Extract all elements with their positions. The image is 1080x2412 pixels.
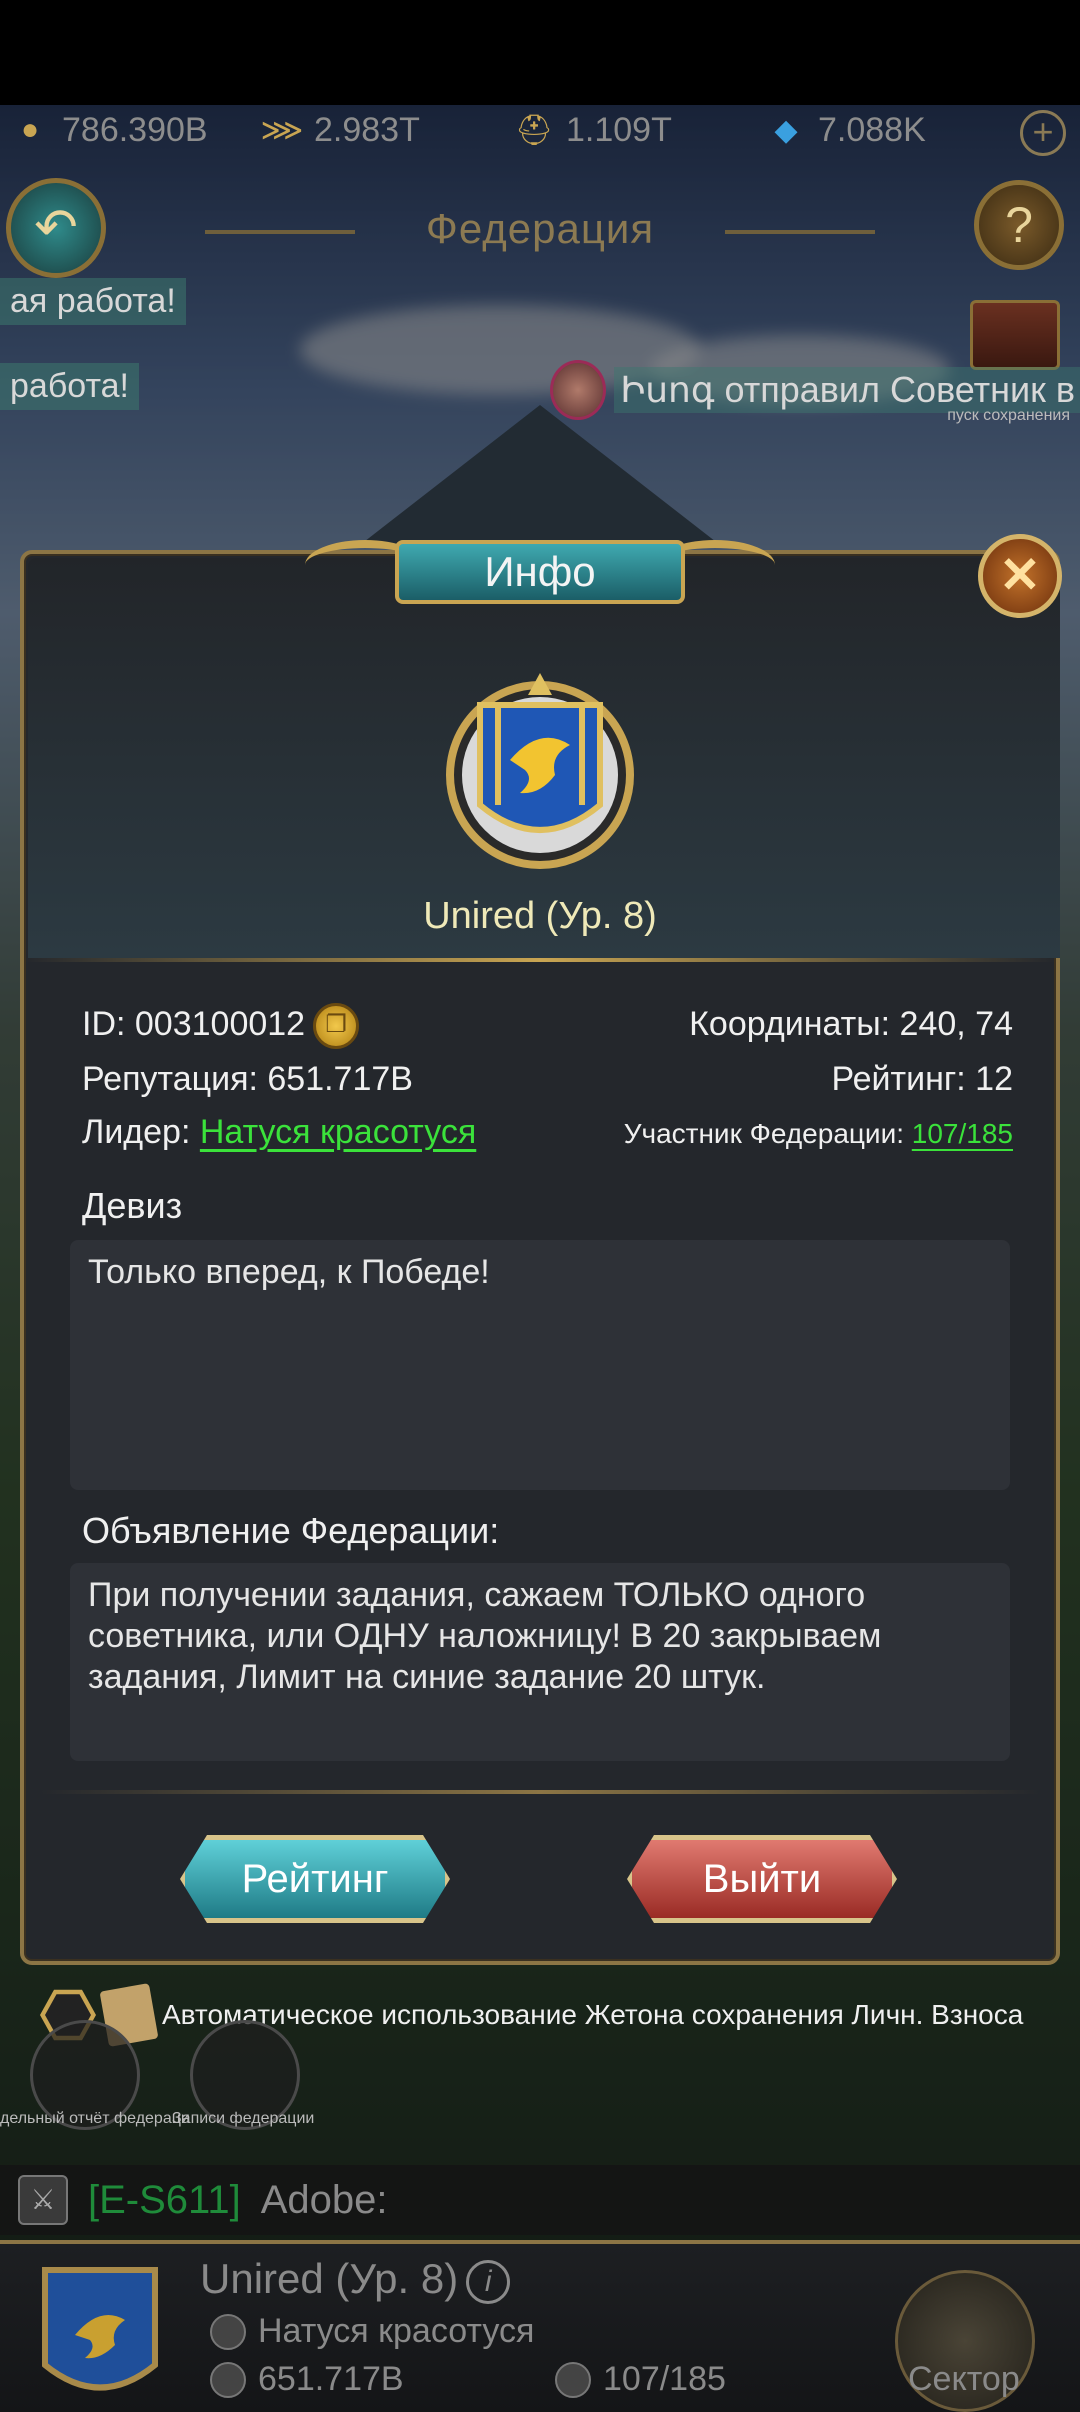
bottom-members: 107/185 [555,2360,726,2399]
bottom-members-text: 107/185 [603,2360,726,2398]
resource-value: 7.088K [818,110,926,149]
members-row: Участник Федерации: 107/185 [624,1118,1013,1150]
chat-message: Adobe: [260,2177,388,2222]
auto-use-label: Автоматическое использование Жетона сохр… [162,1999,1024,2030]
leader-badge-icon [210,2313,246,2350]
bottom-federation-name-text: Unired (Ур. 8) [200,2255,459,2302]
federation-id: ID: 003100012 [82,1004,306,1043]
copy-icon[interactable]: ❐ [313,1003,360,1049]
shortcut-label: Записи федерации [172,2110,315,2127]
bottom-leader: Натуся красотуся [210,2312,534,2351]
close-button[interactable]: ✕ [978,534,1062,618]
bottom-reputation: 651.717B [210,2360,404,2399]
crown-icon [210,2361,246,2398]
chat-popup-subtext: пуск сохранения [947,407,1070,424]
add-resources-button[interactable]: + [1020,110,1066,156]
shortcut-label: дельный отчёт федераци [0,2110,190,2127]
leader-name-link[interactable]: Натуся красотуся [200,1113,476,1151]
reputation: Репутация: 651.717B [82,1060,413,1098]
chat-bar[interactable]: ⚔ [E-S611] Adobe: [0,2165,1080,2235]
federation-emblem [446,673,634,869]
leader-label: Лидер: [82,1113,191,1151]
members-count-link[interactable]: 107/185 [912,1118,1013,1149]
swords-icon[interactable]: ⚔ [18,2175,68,2225]
info-icon[interactable]: i [466,2259,511,2304]
resource-bar: ● 786.390B ⋙ 2.983T ⛑ 1.109T ◆ 7.088K [0,105,1080,155]
sector-label: Сектор [908,2360,1020,2398]
resource-diamonds[interactable]: ◆ 7.088K [766,110,1018,150]
question-icon: ? [1005,197,1033,253]
resource-value: 786.390B [62,110,208,149]
leader-row: Лидер: Натуся красотуся [82,1113,476,1152]
resource-value: 2.983T [314,110,420,149]
motto-text: Только вперед, к Победе! [70,1240,1010,1490]
bottom-reputation-text: 651.717B [258,2360,404,2398]
gold-coin-icon: ● [20,113,40,146]
dialog-title: Инфо [395,540,685,604]
soldier-helmet-icon: ⛑ [514,113,554,147]
motto-title: Девиз [82,1185,183,1226]
bottom-leader-text: Натуся красотуся [258,2312,535,2350]
help-button[interactable]: ? [974,180,1064,270]
coordinates: Координаты: 240, 74 [689,1005,1013,1043]
rating-button[interactable]: Рейтинг [180,1835,450,1923]
ticker-message: ая работа! [0,278,186,325]
resource-value: 1.109T [566,110,672,149]
announcement-title: Объявление Федерации: [82,1510,500,1551]
chat-popup[interactable]: Իսոգ отправил Советник в З пуск сохранен… [550,355,1080,425]
resource-grain[interactable]: ⋙ 2.983T [260,110,514,150]
status-bar [0,0,1080,105]
avatar [550,360,607,420]
federation-id-row: ID: 003100012 ❐ [82,1003,360,1049]
federation-emblem-small[interactable] [35,2260,165,2410]
members-icon [555,2361,591,2398]
announcement-text: При получении задания, сажаем ТОЛЬКО одн… [70,1563,1010,1761]
rating: Рейтинг: 12 [831,1060,1013,1098]
members-label: Участник Федерации: [623,1118,904,1149]
ticker-message: работа! [0,363,139,410]
grain-icon: ⋙ [260,113,304,147]
diamond-icon: ◆ [774,113,798,147]
federation-name: Unired (Ур. 8) [423,895,657,937]
close-icon: ✕ [999,547,1041,603]
resource-gold[interactable]: ● 786.390B [10,110,262,150]
auto-use-toggle[interactable]: Автоматическое использование Жетона сохр… [40,1983,1080,2047]
divider [40,1790,1040,1794]
bottom-federation-name: Unired (Ур. 8) i [200,2255,511,2304]
page-title: Федерация [425,205,655,252]
chat-server-tag: [E-S611] [88,2177,241,2222]
title-ornament-right [725,230,875,234]
resource-soldiers[interactable]: ⛑ 1.109T [514,110,766,150]
exit-button[interactable]: Выйти [627,1835,897,1923]
divider [24,958,1056,962]
